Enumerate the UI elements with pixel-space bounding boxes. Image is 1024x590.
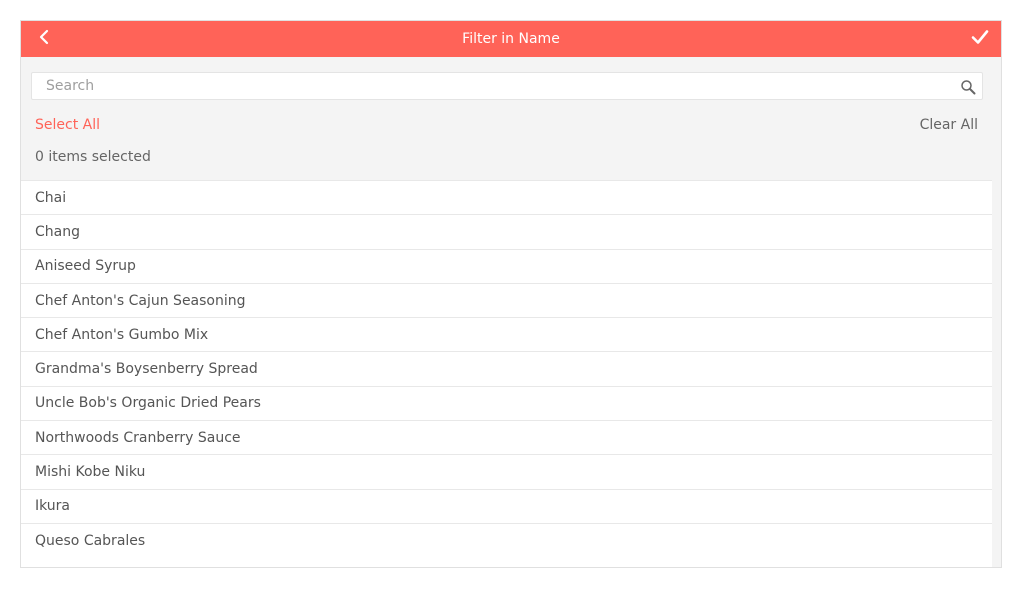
list-item[interactable]: Aniseed Syrup [21, 248, 993, 283]
filter-panel: Filter in Name Select All Clear All 0 it… [20, 20, 1002, 568]
done-button[interactable] [963, 21, 997, 57]
list-item[interactable]: Uncle Bob's Organic Dried Pears [21, 385, 993, 420]
select-all-button[interactable]: Select All [35, 117, 100, 133]
search-icon[interactable] [960, 79, 976, 95]
chevron-left-icon [38, 29, 50, 49]
search-input[interactable] [32, 73, 952, 99]
selected-count: 0 items selected [35, 149, 151, 165]
list-item[interactable]: Northwoods Cranberry Sauce [21, 420, 993, 454]
scrollbar[interactable] [992, 180, 1001, 567]
list-item[interactable]: Queso Cabrales [21, 522, 993, 557]
search-box [31, 72, 983, 100]
filter-header: Filter in Name [21, 21, 1001, 57]
list-item[interactable]: Mishi Kobe Niku [21, 454, 993, 488]
list-item[interactable]: Chai [21, 180, 993, 214]
list-item[interactable]: Chef Anton's Gumbo Mix [21, 317, 993, 351]
back-button[interactable] [29, 21, 59, 57]
checkmark-icon [971, 29, 989, 49]
page-title: Filter in Name [462, 31, 560, 47]
list-item[interactable]: Grandma's Boysenberry Spread [21, 351, 993, 385]
list-item[interactable]: Chef Anton's Cajun Seasoning [21, 282, 993, 317]
list-item[interactable]: Ikura [21, 488, 993, 523]
list-item[interactable]: Chang [21, 214, 993, 248]
filter-item-list[interactable]: Chai Chang Aniseed Syrup Chef Anton's Ca… [21, 180, 993, 567]
clear-all-button[interactable]: Clear All [920, 117, 978, 133]
